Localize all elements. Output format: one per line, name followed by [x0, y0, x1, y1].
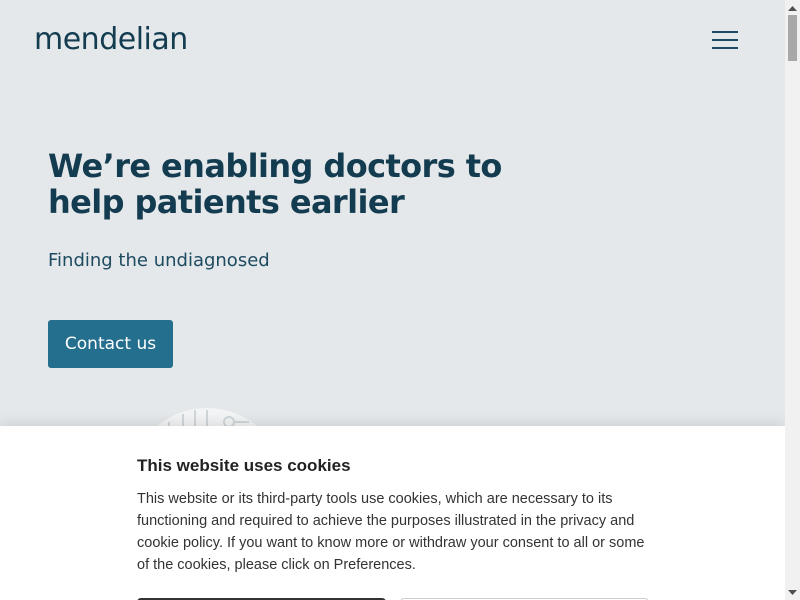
page: mendelian We’re enabling doctors to help… — [0, 0, 785, 600]
scrollbar-thumb[interactable] — [788, 15, 797, 61]
cookie-banner-title: This website uses cookies — [137, 456, 351, 475]
menu-line — [712, 31, 738, 33]
menu-line — [712, 47, 738, 49]
cookie-consent-banner: This website uses cookies This website o… — [0, 426, 785, 600]
contact-us-button[interactable]: Contact us — [48, 320, 173, 368]
vertical-scrollbar[interactable] — [785, 0, 800, 600]
menu-line — [712, 39, 738, 41]
scroll-up-arrow-icon[interactable] — [785, 0, 800, 15]
scroll-down-arrow-icon[interactable] — [785, 585, 800, 600]
site-logo[interactable]: mendelian — [34, 22, 188, 57]
cookie-banner-text: This website or its third-party tools us… — [137, 491, 645, 573]
hero-subheadline: Finding the undiagnosed — [48, 250, 270, 271]
hero-headline: We’re enabling doctors to help patients … — [48, 147, 502, 221]
hamburger-menu-icon[interactable] — [712, 29, 740, 51]
